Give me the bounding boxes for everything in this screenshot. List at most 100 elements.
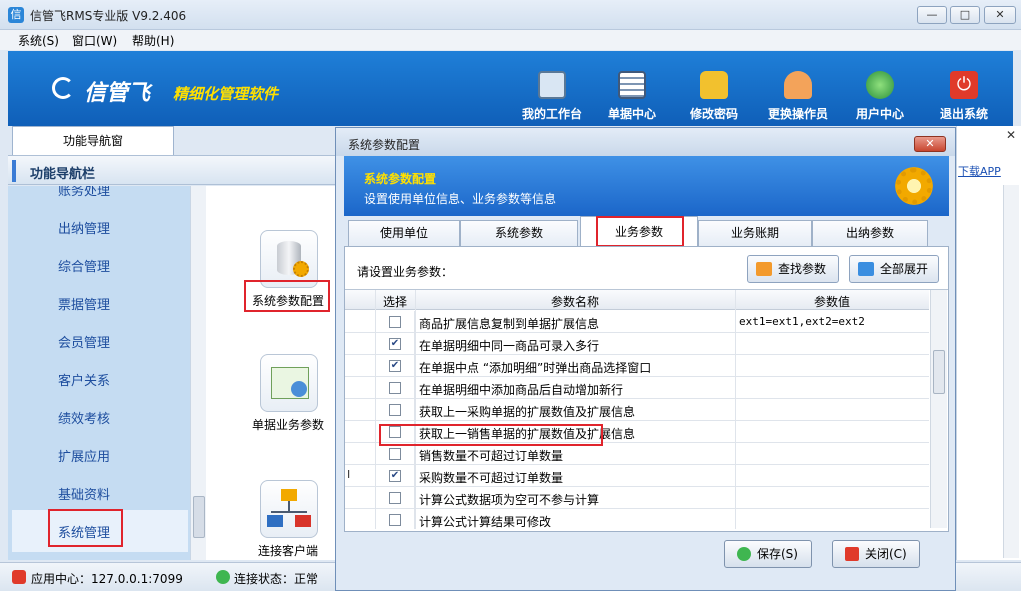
table-row[interactable]: 获取上一采购单据的扩展数值及扩展信息 bbox=[345, 399, 929, 421]
highlight-business-params-tab bbox=[596, 216, 684, 247]
close-dialog-button[interactable]: 关闭(C) bbox=[832, 540, 920, 568]
change-password-button[interactable]: 修改密码 bbox=[674, 71, 754, 121]
params-grid: 选择 参数名称 参数值 商品扩展信息复制到单据扩展信息 ext1=ext1,ext… bbox=[345, 289, 948, 529]
workbench-button[interactable]: 我的工作台 bbox=[512, 71, 592, 121]
highlight-system-management bbox=[48, 509, 123, 547]
gear-icon bbox=[892, 164, 936, 208]
row-cursor-marker: I bbox=[347, 468, 351, 481]
col-param-name[interactable]: 参数名称 bbox=[415, 293, 735, 310]
table-row[interactable]: 计算公式计算结果可修改 bbox=[345, 509, 929, 529]
row-checkbox[interactable] bbox=[389, 492, 401, 504]
func-label-doc-params[interactable]: 单据业务参数 bbox=[252, 416, 324, 433]
row-select-cell: ✔ bbox=[375, 465, 415, 487]
find-params-button[interactable]: 查找参数 bbox=[747, 255, 839, 283]
power-icon: ⏻ bbox=[950, 71, 978, 99]
close-icon[interactable]: ✕ bbox=[1006, 128, 1016, 142]
check-icon bbox=[216, 570, 230, 584]
row-select-cell bbox=[375, 443, 415, 465]
user-center-button[interactable]: 用户中心 bbox=[840, 71, 920, 121]
col-select[interactable]: 选择 bbox=[375, 293, 415, 310]
row-checkbox[interactable] bbox=[389, 448, 401, 460]
nav-item-performance[interactable]: 绩效考核 bbox=[58, 408, 110, 427]
nav-item-bills[interactable]: 票据管理 bbox=[58, 294, 110, 313]
switch-operator-button[interactable]: 更换操作员 bbox=[758, 71, 838, 121]
menu-bar: 系统(S) 窗口(W) 帮助(H) bbox=[0, 30, 1021, 50]
row-checkbox[interactable]: ✔ bbox=[389, 470, 401, 482]
nav-item-general[interactable]: 综合管理 bbox=[58, 256, 110, 275]
expand-all-button[interactable]: 全部展开 bbox=[849, 255, 939, 283]
nav-list: 账务处理 出纳管理 综合管理 票据管理 会员管理 客户关系 绩效考核 扩展应用 … bbox=[8, 186, 190, 560]
table-row[interactable]: 销售数量不可超过订单数量 bbox=[345, 443, 929, 465]
window-title: 信管飞RMS专业版 V9.2.406 bbox=[30, 9, 187, 23]
nav-item-members[interactable]: 会员管理 bbox=[58, 332, 110, 351]
tab-cashier-params[interactable]: 出纳参数 bbox=[812, 220, 928, 246]
dialog-body: 请设置业务参数： 查找参数 全部展开 选择 参数名称 参数值 商品扩展信息复制到… bbox=[344, 246, 949, 532]
dialog-close-button[interactable]: ✕ bbox=[914, 136, 946, 152]
row-param-value[interactable]: ext1=ext1,ext2=ext2 bbox=[739, 315, 865, 328]
table-row[interactable]: ✔ 在单据明细中同一商品可录入多行 bbox=[345, 333, 929, 355]
right-scrollbar[interactable] bbox=[1003, 185, 1019, 558]
row-checkbox[interactable] bbox=[389, 382, 401, 394]
maximize-button[interactable]: □ bbox=[950, 6, 980, 24]
expand-icon bbox=[858, 262, 874, 276]
globe-icon bbox=[866, 71, 894, 99]
nav-header: 功能导航栏 bbox=[8, 155, 338, 185]
network-icon[interactable] bbox=[260, 480, 318, 538]
form-settings-icon[interactable] bbox=[260, 354, 318, 412]
save-button[interactable]: 保存(S) bbox=[724, 540, 812, 568]
brand-name: 信管飞 bbox=[84, 81, 151, 106]
system-params-dialog: 系统参数配置 ✕ 系统参数配置 设置使用单位信息、业务参数等信息 使用单位 系统… bbox=[335, 127, 956, 591]
nav-header-accent bbox=[12, 160, 16, 182]
tab-user-unit[interactable]: 使用单位 bbox=[348, 220, 460, 246]
row-checkbox[interactable]: ✔ bbox=[389, 338, 401, 350]
menu-system[interactable]: 系统(S) bbox=[18, 32, 59, 49]
minimize-button[interactable]: — bbox=[917, 6, 947, 24]
grid-scroll-thumb[interactable] bbox=[933, 350, 945, 394]
nav-item-crm[interactable]: 客户关系 bbox=[58, 370, 110, 389]
row-select-cell bbox=[375, 399, 415, 421]
menu-help[interactable]: 帮助(H) bbox=[132, 32, 174, 49]
save-label: 保存(S) bbox=[757, 547, 798, 561]
col-param-value[interactable]: 参数值 bbox=[735, 293, 929, 310]
row-checkbox[interactable] bbox=[389, 404, 401, 416]
row-select-cell: ✔ bbox=[375, 333, 415, 355]
nav-scroll-thumb[interactable] bbox=[193, 496, 205, 538]
close-x-icon bbox=[845, 547, 859, 561]
tab-system-params[interactable]: 系统参数 bbox=[460, 220, 578, 246]
tab-business-period[interactable]: 业务账期 bbox=[698, 220, 812, 246]
row-select-cell bbox=[375, 487, 415, 509]
nav-item-extensions[interactable]: 扩展应用 bbox=[58, 446, 110, 465]
document-center-button[interactable]: 单据中心 bbox=[592, 71, 672, 121]
top-banner: 信管飞 精细化管理软件 我的工作台 单据中心 修改密码 更换操作员 用户中心 ⏻… bbox=[8, 51, 1013, 126]
grid-scrollbar[interactable] bbox=[930, 290, 947, 528]
dialog-header-subtitle: 设置使用单位信息、业务参数等信息 bbox=[364, 192, 557, 206]
close-window-button[interactable]: ✕ bbox=[984, 6, 1016, 24]
lock-icon bbox=[700, 71, 728, 99]
table-row[interactable]: 计算公式数据项为空可不参与计算 bbox=[345, 487, 929, 509]
row-checkbox[interactable] bbox=[389, 514, 401, 526]
table-row[interactable]: ✔ 在单据中点 “添加明细”时弹出商品选择窗口 bbox=[345, 355, 929, 377]
close-label: 关闭(C) bbox=[865, 547, 907, 561]
nav-scrollbar[interactable] bbox=[190, 186, 206, 560]
table-row[interactable]: 商品扩展信息复制到单据扩展信息 ext1=ext1,ext2=ext2 bbox=[345, 311, 929, 333]
nav-item-basic-data[interactable]: 基础资料 bbox=[58, 484, 110, 503]
highlight-system-params bbox=[244, 280, 330, 312]
tab-function-navigation[interactable]: 功能导航窗 bbox=[12, 126, 174, 155]
nav-item-accounting[interactable]: 账务处理 bbox=[58, 186, 110, 199]
nav-item-cashier[interactable]: 出纳管理 bbox=[58, 218, 110, 237]
row-param-name: 在单据明细中同一商品可录入多行 bbox=[419, 339, 600, 353]
app-center-icon bbox=[12, 570, 26, 584]
row-checkbox[interactable]: ✔ bbox=[389, 360, 401, 372]
table-row[interactable]: 在单据明细中添加商品后自动增加新行 bbox=[345, 377, 929, 399]
func-label-connect-client[interactable]: 连接客户端 bbox=[258, 542, 318, 559]
brand-logo-icon bbox=[52, 77, 74, 99]
brand-slogan: 精细化管理软件 bbox=[173, 85, 279, 103]
menu-window[interactable]: 窗口(W) bbox=[72, 32, 117, 49]
table-row[interactable]: I ✔ 采购数量不可超过订单数量 bbox=[345, 465, 929, 487]
user-icon bbox=[784, 71, 812, 99]
row-checkbox[interactable] bbox=[389, 316, 401, 328]
download-app-link[interactable]: 下载APP bbox=[958, 163, 1001, 179]
row-select-cell bbox=[375, 311, 415, 333]
exit-system-button[interactable]: ⏻ 退出系统 bbox=[924, 71, 1004, 121]
app-logo-icon: 信 bbox=[8, 7, 24, 23]
